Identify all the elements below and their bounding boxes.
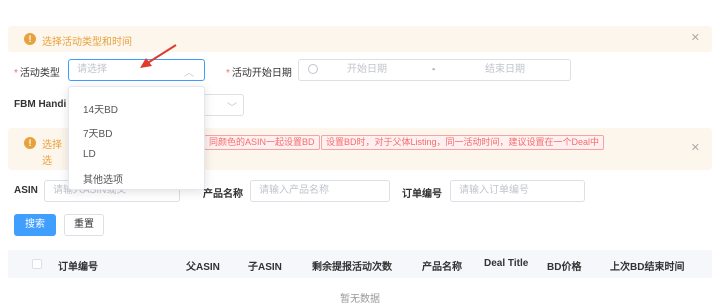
dropdown-option[interactable]: LD xyxy=(83,149,96,160)
warning-icon: ! xyxy=(24,33,36,45)
activity-start-label: * 活动开始日期 xyxy=(226,68,292,79)
column-product-name: 产品名称 xyxy=(422,262,462,273)
column-child-asin: 子ASIN xyxy=(248,262,282,273)
tip-tag-parent-listing: 设置BD时，对于父体Listing，同一活动时间，建议设置在一个Deal中 xyxy=(321,135,605,150)
search-button[interactable]: 搜索 xyxy=(14,214,56,236)
empty-data-text: 暂无数据 xyxy=(340,294,380,305)
dropdown-option[interactable]: 7天BD xyxy=(83,125,112,140)
dropdown-option[interactable]: 其他选项 xyxy=(83,171,123,186)
chevron-up-icon: ︿ xyxy=(184,68,194,79)
activity-type-select[interactable]: 请选择 ︿ xyxy=(68,59,205,81)
order-no-placeholder: 请输入订单编号 xyxy=(459,185,529,196)
tip-tag-same-color: 同颜色的ASIN一起设置BD xyxy=(204,135,320,150)
warning-icon: ! xyxy=(24,137,36,149)
alert-line1: 选择 xyxy=(42,140,62,151)
chevron-down-icon: ﹀ xyxy=(227,103,237,114)
product-name-input[interactable]: 请输入产品名称 xyxy=(250,180,390,202)
alert-line2: 选 xyxy=(42,156,52,167)
end-date-placeholder[interactable]: 结束日期 xyxy=(485,60,525,80)
column-last-bd-end: 上次BD结束时间 xyxy=(610,262,685,273)
activity-alert: ! 选择活动类型和时间 ✕ xyxy=(8,26,712,52)
start-date-placeholder[interactable]: 开始日期 xyxy=(347,60,387,80)
dropdown-option[interactable]: 14天BD xyxy=(83,101,118,116)
activity-type-placeholder: 请选择 xyxy=(77,64,107,75)
calendar-icon xyxy=(308,64,318,74)
table-header: 订单编号 父ASIN 子ASIN 剩余提报活动次数 产品名称 Deal Titl… xyxy=(8,250,712,278)
column-order-no: 订单编号 xyxy=(58,262,98,273)
date-separator: - xyxy=(432,64,436,75)
column-bd-price: BD价格 xyxy=(547,262,582,273)
column-parent-asin: 父ASIN xyxy=(186,262,220,273)
product-name-placeholder: 请输入产品名称 xyxy=(259,185,329,196)
alert-text: 选择活动类型和时间 xyxy=(42,37,132,48)
close-icon[interactable]: ✕ xyxy=(691,142,700,154)
column-remaining-count: 剩余提报活动次数 xyxy=(312,262,392,273)
required-mark: * xyxy=(226,68,230,79)
asin-label: ASIN xyxy=(14,185,38,196)
date-range-picker[interactable]: 开始日期 - 结束日期 xyxy=(298,59,571,81)
activity-type-dropdown: 14天BD 7天BD LD 其他选项 xyxy=(68,86,205,190)
reset-button[interactable]: 重置 xyxy=(64,214,104,236)
activity-type-label: * 活动类型 xyxy=(14,68,60,79)
order-no-input[interactable]: 请输入订单编号 xyxy=(450,180,585,202)
close-icon[interactable]: ✕ xyxy=(691,32,700,44)
column-deal-title: Deal Title xyxy=(484,258,529,269)
order-no-label: 订单编号 xyxy=(402,189,442,200)
required-mark: * xyxy=(14,68,18,79)
product-name-label: 产品名称 xyxy=(203,189,243,200)
select-all-checkbox[interactable] xyxy=(32,259,42,269)
fbm-label: FBM Handi xyxy=(14,99,67,110)
annotation-arrow-icon xyxy=(140,44,177,68)
